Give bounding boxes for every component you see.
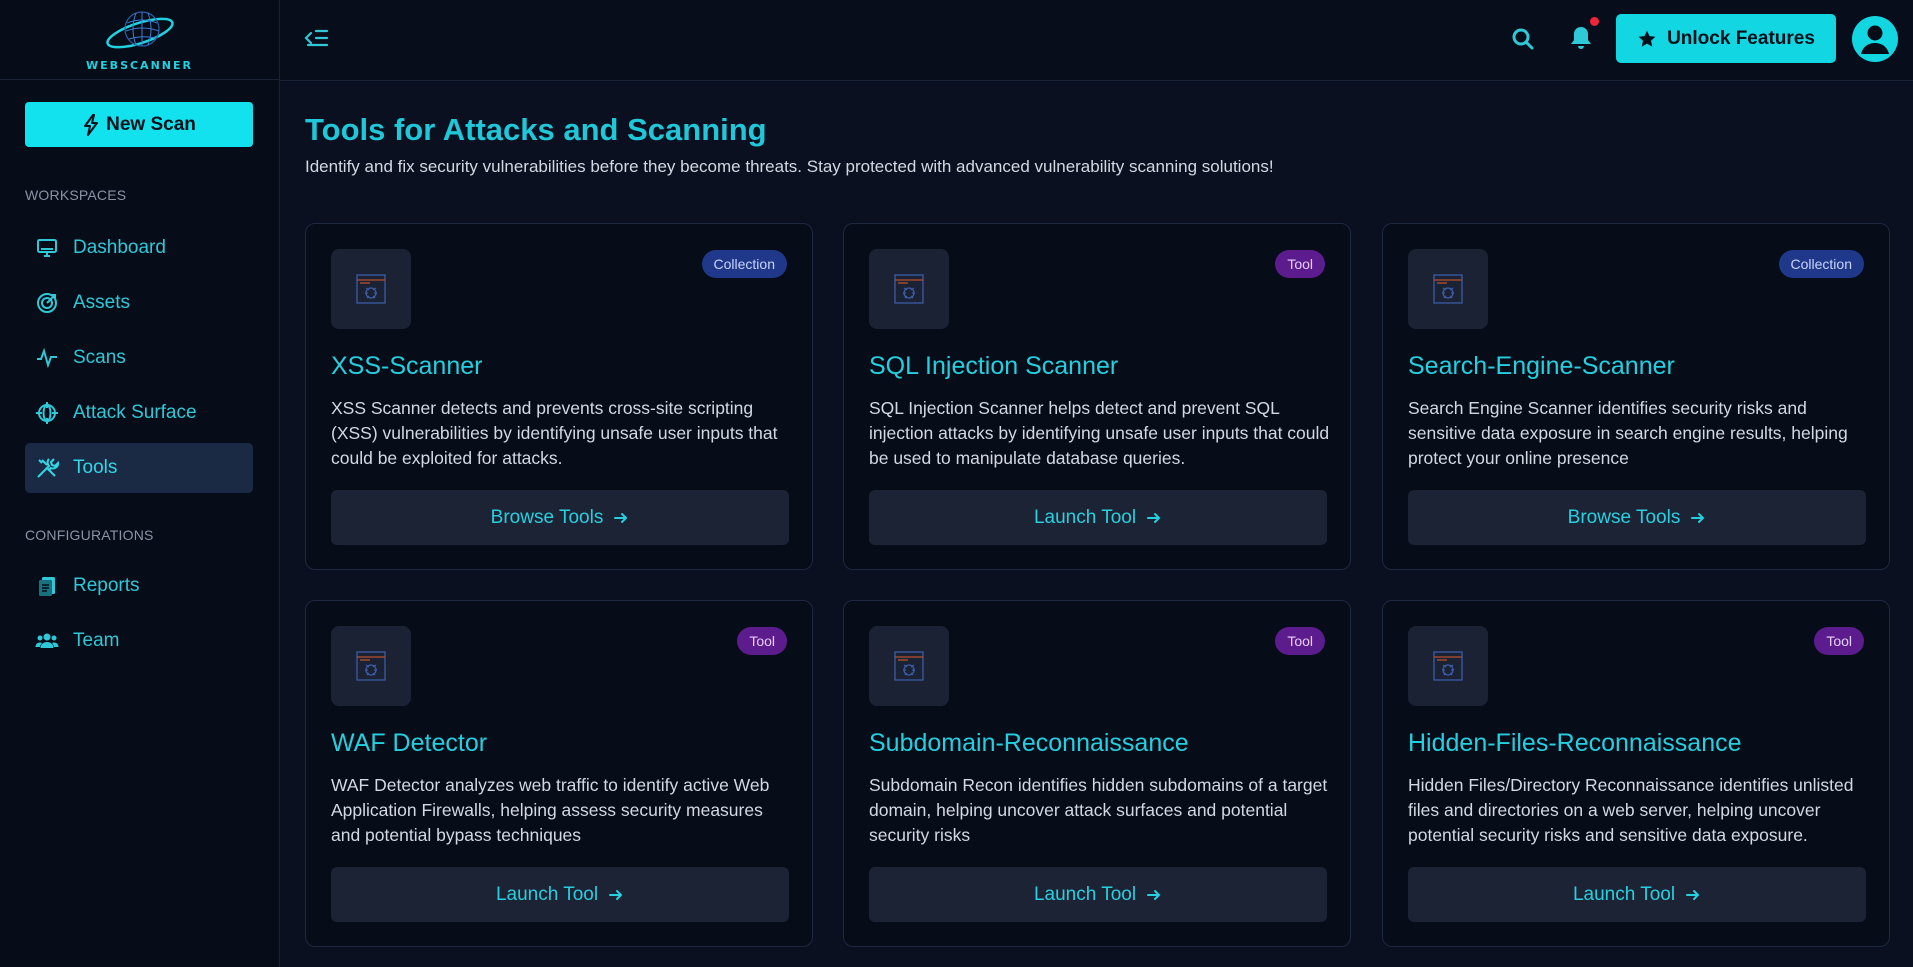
unlock-features-label: Unlock Features <box>1667 27 1815 49</box>
card-button-label: Browse Tools <box>1567 506 1681 528</box>
browse-tools-button[interactable]: Browse Tools <box>331 490 789 545</box>
sidebar-item-label: Team <box>73 630 120 651</box>
workspaces-section-label: WORKSPACES <box>25 187 127 203</box>
bug-window-icon <box>1433 274 1463 304</box>
card-title: XSS-Scanner <box>331 352 483 380</box>
card-badge: Tool <box>737 627 787 655</box>
unlock-features-button[interactable]: Unlock Features <box>1616 14 1836 63</box>
sidebar-item-tools[interactable]: Tools <box>25 443 253 493</box>
brand-name: WEBSCANNER <box>86 59 193 72</box>
card-description: Hidden Files/Directory Reconnaissance id… <box>1408 775 1854 845</box>
launch-tool-button[interactable]: Launch Tool <box>869 490 1327 545</box>
arrow-right-icon <box>1147 889 1161 900</box>
logo[interactable]: WEBSCANNER <box>0 0 279 80</box>
globe-logo-icon <box>105 11 174 49</box>
sidebar-item-dashboard[interactable]: Dashboard <box>25 223 253 273</box>
sidebar-item-label: Scans <box>73 347 126 368</box>
sidebar-item-scans[interactable]: Scans <box>25 333 253 383</box>
card-badge: Collection <box>701 250 787 278</box>
bug-window-icon <box>1433 651 1463 681</box>
notification-dot <box>1590 17 1599 26</box>
card-badge: Tool <box>1275 627 1325 655</box>
target-icon <box>37 293 57 313</box>
tools-icon <box>37 458 59 478</box>
card-button-label: Launch Tool <box>495 883 599 905</box>
tool-icon <box>1408 249 1488 329</box>
card-description: WAF Detector analyzes web traffic to ide… <box>331 775 770 845</box>
sidebar-item-label: Assets <box>73 292 131 313</box>
bug-window-icon <box>356 651 386 681</box>
card-description: Search Engine Scanner identifies securit… <box>1408 398 1848 468</box>
launch-tool-button[interactable]: Launch Tool <box>331 867 789 922</box>
tool-card-search-engine-scanner: Collection Search-Engine-Scanner Search … <box>1382 223 1890 570</box>
card-button-label: Launch Tool <box>1033 506 1137 528</box>
tool-icon <box>331 249 411 329</box>
sidebar: WEBSCANNER New Scan WORKSPACES Dashboard… <box>0 0 280 967</box>
card-badge: Tool <box>1275 250 1325 278</box>
card-description: Subdomain Recon identifies hidden subdom… <box>869 775 1328 845</box>
card-title: Search-Engine-Scanner <box>1408 352 1675 380</box>
browse-tools-button[interactable]: Browse Tools <box>1408 490 1866 545</box>
tool-card-hidden-files-reconnaissance: Tool Hidden-Files-Reconnaissance Hidden … <box>1382 600 1890 947</box>
card-title: WAF Detector <box>331 729 488 757</box>
star-icon <box>1638 30 1656 47</box>
tool-card-sql-injection-scanner: Tool SQL Injection Scanner SQL Injection… <box>843 223 1351 570</box>
sidebar-item-team[interactable]: Team <box>25 616 253 666</box>
tool-card-waf-detector: Tool WAF Detector WAF Detector analyzes … <box>305 600 813 947</box>
arrow-right-icon <box>1147 512 1161 523</box>
card-button-label: Launch Tool <box>1572 883 1676 905</box>
page-subtitle: Identify and fix security vulnerabilitie… <box>305 157 1274 176</box>
sidebar-item-label: Reports <box>73 575 140 596</box>
collapse-sidebar-icon[interactable] <box>302 24 330 52</box>
bell-icon[interactable] <box>1568 24 1594 52</box>
reports-icon <box>39 577 55 596</box>
card-title: Subdomain-Reconnaissance <box>869 729 1189 757</box>
bug-window-icon <box>894 274 924 304</box>
launch-tool-button[interactable]: Launch Tool <box>869 867 1327 922</box>
topbar: Unlock Features <box>280 0 1913 81</box>
bug-window-icon <box>894 651 924 681</box>
tool-card-xss-scanner: Collection XSS-Scanner XSS Scanner detec… <box>305 223 813 570</box>
pulse-icon <box>37 347 57 369</box>
card-description: XSS Scanner detects and prevents cross-s… <box>331 398 778 468</box>
card-description: SQL Injection Scanner helps detect and p… <box>869 398 1330 468</box>
sidebar-item-attack-surface[interactable]: Attack Surface <box>25 388 253 438</box>
arrow-right-icon <box>614 512 628 523</box>
crosshair-globe-icon <box>36 402 58 424</box>
bug-window-icon <box>356 274 386 304</box>
lightning-icon <box>84 113 99 136</box>
user-avatar[interactable] <box>1852 16 1898 62</box>
sidebar-item-assets[interactable]: Assets <box>25 278 253 328</box>
page-title: Tools for Attacks and Scanning <box>305 112 767 147</box>
arrow-right-icon <box>1686 889 1700 900</box>
arrow-right-icon <box>609 889 623 900</box>
sidebar-item-label: Dashboard <box>73 237 166 258</box>
card-button-label: Browse Tools <box>490 506 604 528</box>
launch-tool-button[interactable]: Launch Tool <box>1408 867 1866 922</box>
tool-card-subdomain-reconnaissance: Tool Subdomain-Reconnaissance Subdomain … <box>843 600 1351 947</box>
card-badge: Collection <box>1778 250 1864 278</box>
sidebar-item-label: Attack Surface <box>73 402 197 423</box>
sidebar-item-label: Tools <box>73 457 118 478</box>
card-badge: Tool <box>1814 627 1864 655</box>
monitor-icon <box>37 239 57 257</box>
new-scan-label: New Scan <box>106 113 196 135</box>
sidebar-item-reports[interactable]: Reports <box>25 561 253 611</box>
user-icon <box>1861 25 1889 54</box>
card-button-label: Launch Tool <box>1033 883 1137 905</box>
search-icon[interactable] <box>1510 26 1536 52</box>
tool-icon <box>331 626 411 706</box>
configurations-section-label: CONFIGURATIONS <box>25 527 154 543</box>
card-title: SQL Injection Scanner <box>869 352 1119 380</box>
new-scan-button[interactable]: New Scan <box>25 102 253 147</box>
arrow-right-icon <box>1691 512 1705 523</box>
tool-icon <box>1408 626 1488 706</box>
tool-icon <box>869 626 949 706</box>
tool-icon <box>869 249 949 329</box>
card-title: Hidden-Files-Reconnaissance <box>1408 729 1742 757</box>
team-icon <box>35 633 59 648</box>
